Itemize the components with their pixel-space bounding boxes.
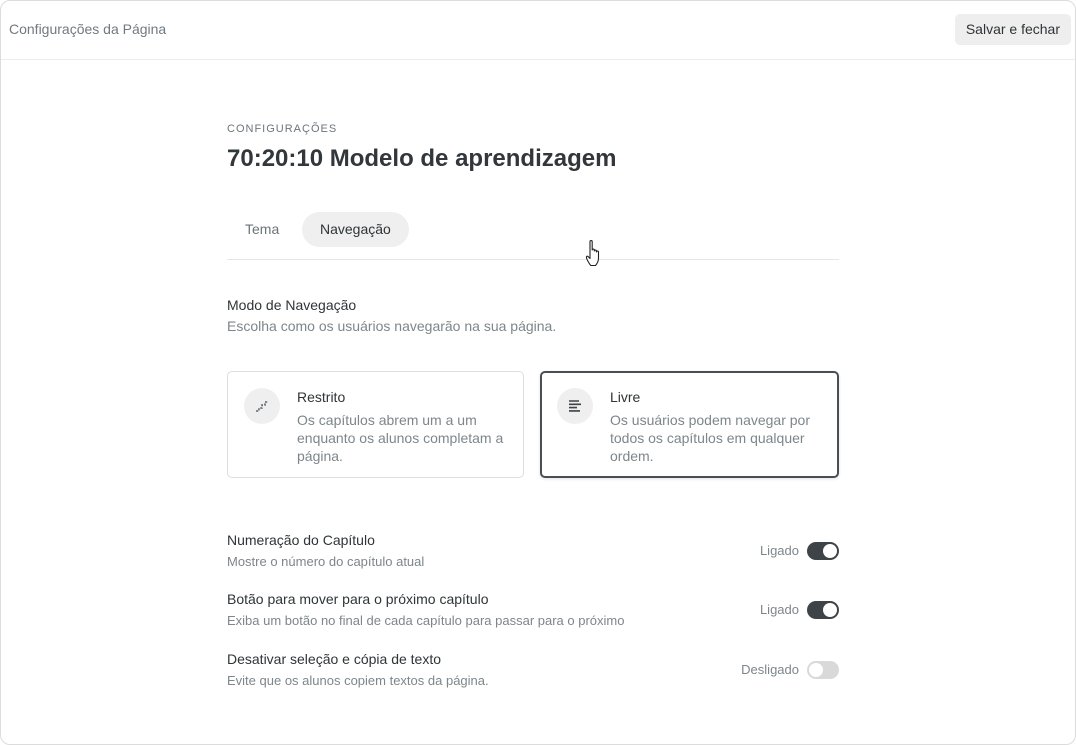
toggle-knob — [809, 663, 823, 677]
setting-row-disable-text-copy: Desativar seleção e cópia de texto Evite… — [227, 651, 839, 691]
option-title: Restrito — [297, 389, 346, 405]
setting-subtitle: Exiba um botão no final de cada capítulo… — [227, 613, 625, 628]
chapter-numbering-toggle[interactable] — [807, 542, 839, 560]
next-chapter-button-toggle[interactable] — [807, 601, 839, 619]
setting-row-next-chapter-button: Botão para mover para o próximo capítulo… — [227, 591, 839, 631]
page-title: 70:20:10 Modelo de aprendizagem — [227, 145, 617, 172]
window-title: Configurações da Página — [9, 21, 167, 37]
section-eyebrow: CONFIGURAÇÕES — [227, 123, 338, 135]
toggle-state-label: Desligado — [741, 662, 799, 677]
option-card-restrito[interactable]: Restrito Os capítulos abrem um a um enqu… — [227, 371, 524, 478]
tab-navegacao[interactable]: Navegação — [302, 212, 409, 247]
align-left-icon — [557, 388, 593, 424]
option-description: Os capítulos abrem um a um enquanto os a… — [297, 412, 504, 464]
option-description: Os usuários podem navegar por todos os c… — [610, 412, 810, 464]
page-settings-window: Configurações da Página Salvar e fechar … — [0, 0, 1076, 745]
top-bar: Configurações da Página Salvar e fechar — [1, 1, 1075, 60]
hand-cursor-icon — [585, 239, 603, 274]
setting-subtitle: Mostre o número do capítulo atual — [227, 554, 425, 569]
stairs-icon — [244, 388, 280, 424]
tab-bar: Tema Navegação — [227, 212, 839, 260]
setting-row-chapter-numbering: Numeração do Capítulo Mostre o número do… — [227, 532, 839, 572]
navigation-mode-title: Modo de Navegação — [227, 297, 357, 313]
toggle-state-label: Ligado — [759, 543, 799, 558]
option-title: Livre — [610, 389, 641, 405]
disable-text-copy-toggle[interactable] — [807, 661, 839, 679]
setting-title: Numeração do Capítulo — [227, 532, 375, 548]
toggle-knob — [823, 544, 837, 558]
setting-subtitle: Evite que os alunos copiem textos da pág… — [227, 673, 489, 688]
navigation-mode-subtitle: Escolha como os usuários navegarão na su… — [227, 318, 557, 334]
option-card-livre[interactable]: Livre Os usuários podem navegar por todo… — [540, 371, 839, 478]
setting-title: Botão para mover para o próximo capítulo — [227, 591, 489, 607]
tab-tema[interactable]: Tema — [227, 212, 297, 247]
setting-title: Desativar seleção e cópia de texto — [227, 651, 442, 667]
save-and-close-button[interactable]: Salvar e fechar — [954, 14, 1071, 45]
toggle-knob — [823, 603, 837, 617]
toggle-state-label: Ligado — [759, 602, 799, 617]
